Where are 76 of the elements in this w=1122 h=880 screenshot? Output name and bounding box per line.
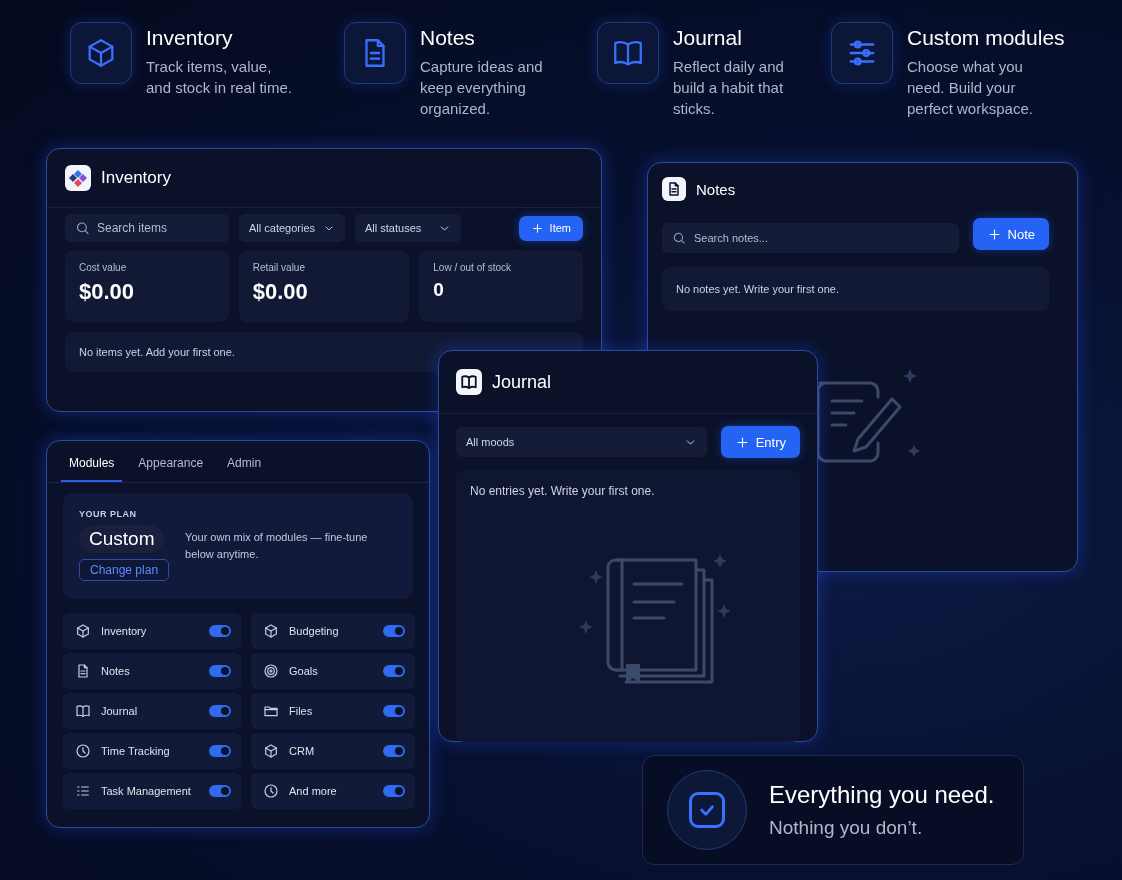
module-toggle[interactable] bbox=[209, 705, 231, 717]
list-icon bbox=[75, 783, 91, 799]
cube-icon bbox=[263, 743, 279, 759]
plan-eyebrow: YOUR PLAN bbox=[79, 509, 138, 519]
plus-icon bbox=[986, 226, 1002, 242]
stat-label: Low / out of stock bbox=[433, 262, 513, 273]
plan-name: Custom bbox=[79, 525, 165, 553]
window-title: Journal bbox=[492, 371, 552, 393]
cube-icon bbox=[75, 623, 91, 639]
document-icon bbox=[662, 177, 686, 201]
folder-icon bbox=[263, 703, 279, 719]
add-note-button[interactable]: Note bbox=[972, 218, 1049, 250]
checkbox-icon bbox=[689, 792, 725, 828]
module-toggle[interactable] bbox=[209, 665, 231, 677]
settings-tab[interactable]: Admin bbox=[219, 441, 270, 482]
filter-dropdown[interactable]: All statuses bbox=[355, 214, 461, 242]
module-toggle[interactable] bbox=[383, 785, 405, 797]
feature-title: Journal bbox=[673, 26, 743, 50]
module-toggle[interactable] bbox=[209, 625, 231, 637]
stat-value: $0.00 bbox=[79, 279, 136, 305]
book-icon bbox=[75, 703, 91, 719]
module-label: Notes bbox=[101, 665, 131, 677]
stat-value: 0 bbox=[433, 279, 445, 301]
tagline-subtitle: Nothing you don’t. bbox=[769, 817, 924, 839]
module-label: Goals bbox=[289, 665, 319, 677]
module-toggle[interactable] bbox=[209, 745, 231, 757]
module-label: And more bbox=[289, 785, 338, 797]
search-field[interactable]: Search notes... bbox=[662, 223, 959, 253]
stat-label: Retail value bbox=[252, 262, 306, 273]
search-icon bbox=[672, 231, 686, 245]
filter-dropdown[interactable]: All categories bbox=[239, 214, 345, 242]
document-icon bbox=[75, 663, 91, 679]
clock-icon bbox=[75, 743, 91, 759]
target-icon bbox=[263, 663, 279, 679]
window-title: Notes bbox=[696, 180, 736, 198]
search-field[interactable]: Search items bbox=[65, 214, 229, 242]
module-label: CRM bbox=[289, 745, 316, 757]
module-toggle[interactable] bbox=[383, 665, 405, 677]
feature-title: Inventory bbox=[146, 26, 234, 50]
search-icon bbox=[75, 220, 90, 236]
mood-dropdown[interactable]: All moods bbox=[456, 427, 707, 457]
empty-message: No notes yet. Write your first one. bbox=[676, 283, 840, 295]
module-label: Task Management bbox=[101, 785, 192, 797]
feature-title: Custom modules bbox=[907, 26, 1065, 50]
add-entry-button[interactable]: Entry bbox=[720, 426, 800, 458]
module-toggle[interactable] bbox=[383, 745, 405, 757]
tagline-title: Everything you need. bbox=[769, 781, 995, 809]
feature-description: Choose what you need. Build your perfect workspace. bbox=[907, 57, 1034, 119]
module-label: Inventory bbox=[101, 625, 148, 637]
stat-label: Cost value bbox=[79, 262, 128, 273]
feature-description: Reflect daily and build a habit that sticks. bbox=[673, 57, 785, 119]
window-title: Inventory bbox=[101, 168, 171, 188]
cube-icon bbox=[263, 623, 279, 639]
module-label: Time Tracking bbox=[101, 745, 171, 757]
module-toggle[interactable] bbox=[209, 785, 231, 797]
add-item-button[interactable]: Item bbox=[518, 215, 583, 241]
app-logo-icon bbox=[65, 165, 91, 191]
change-plan-button[interactable]: Change plan bbox=[79, 559, 170, 581]
settings-tab[interactable]: Modules bbox=[61, 441, 123, 482]
empty-message: No entries yet. Write your first one. bbox=[470, 484, 656, 498]
module-label: Journal bbox=[101, 705, 139, 717]
module-toggle[interactable] bbox=[383, 625, 405, 637]
settings-tab[interactable]: Appearance bbox=[130, 441, 212, 482]
clock-icon bbox=[263, 783, 279, 799]
book-icon bbox=[456, 369, 482, 395]
feature-description: Track items, value, and stock in real time. bbox=[146, 57, 293, 98]
feature-description: Capture ideas and keep everything organized. bbox=[420, 57, 544, 119]
plus-icon bbox=[530, 221, 544, 235]
stat-value: $0.00 bbox=[252, 279, 309, 305]
plan-description: Your own mix of modules — fine-tune below anytime. bbox=[185, 530, 369, 562]
empty-message: No items yet. Add your first one. bbox=[79, 346, 235, 358]
module-label: Files bbox=[289, 705, 314, 717]
module-toggle[interactable] bbox=[383, 705, 405, 717]
module-label: Budgeting bbox=[289, 625, 340, 637]
plus-icon bbox=[734, 434, 750, 450]
feature-title: Notes bbox=[420, 26, 476, 50]
